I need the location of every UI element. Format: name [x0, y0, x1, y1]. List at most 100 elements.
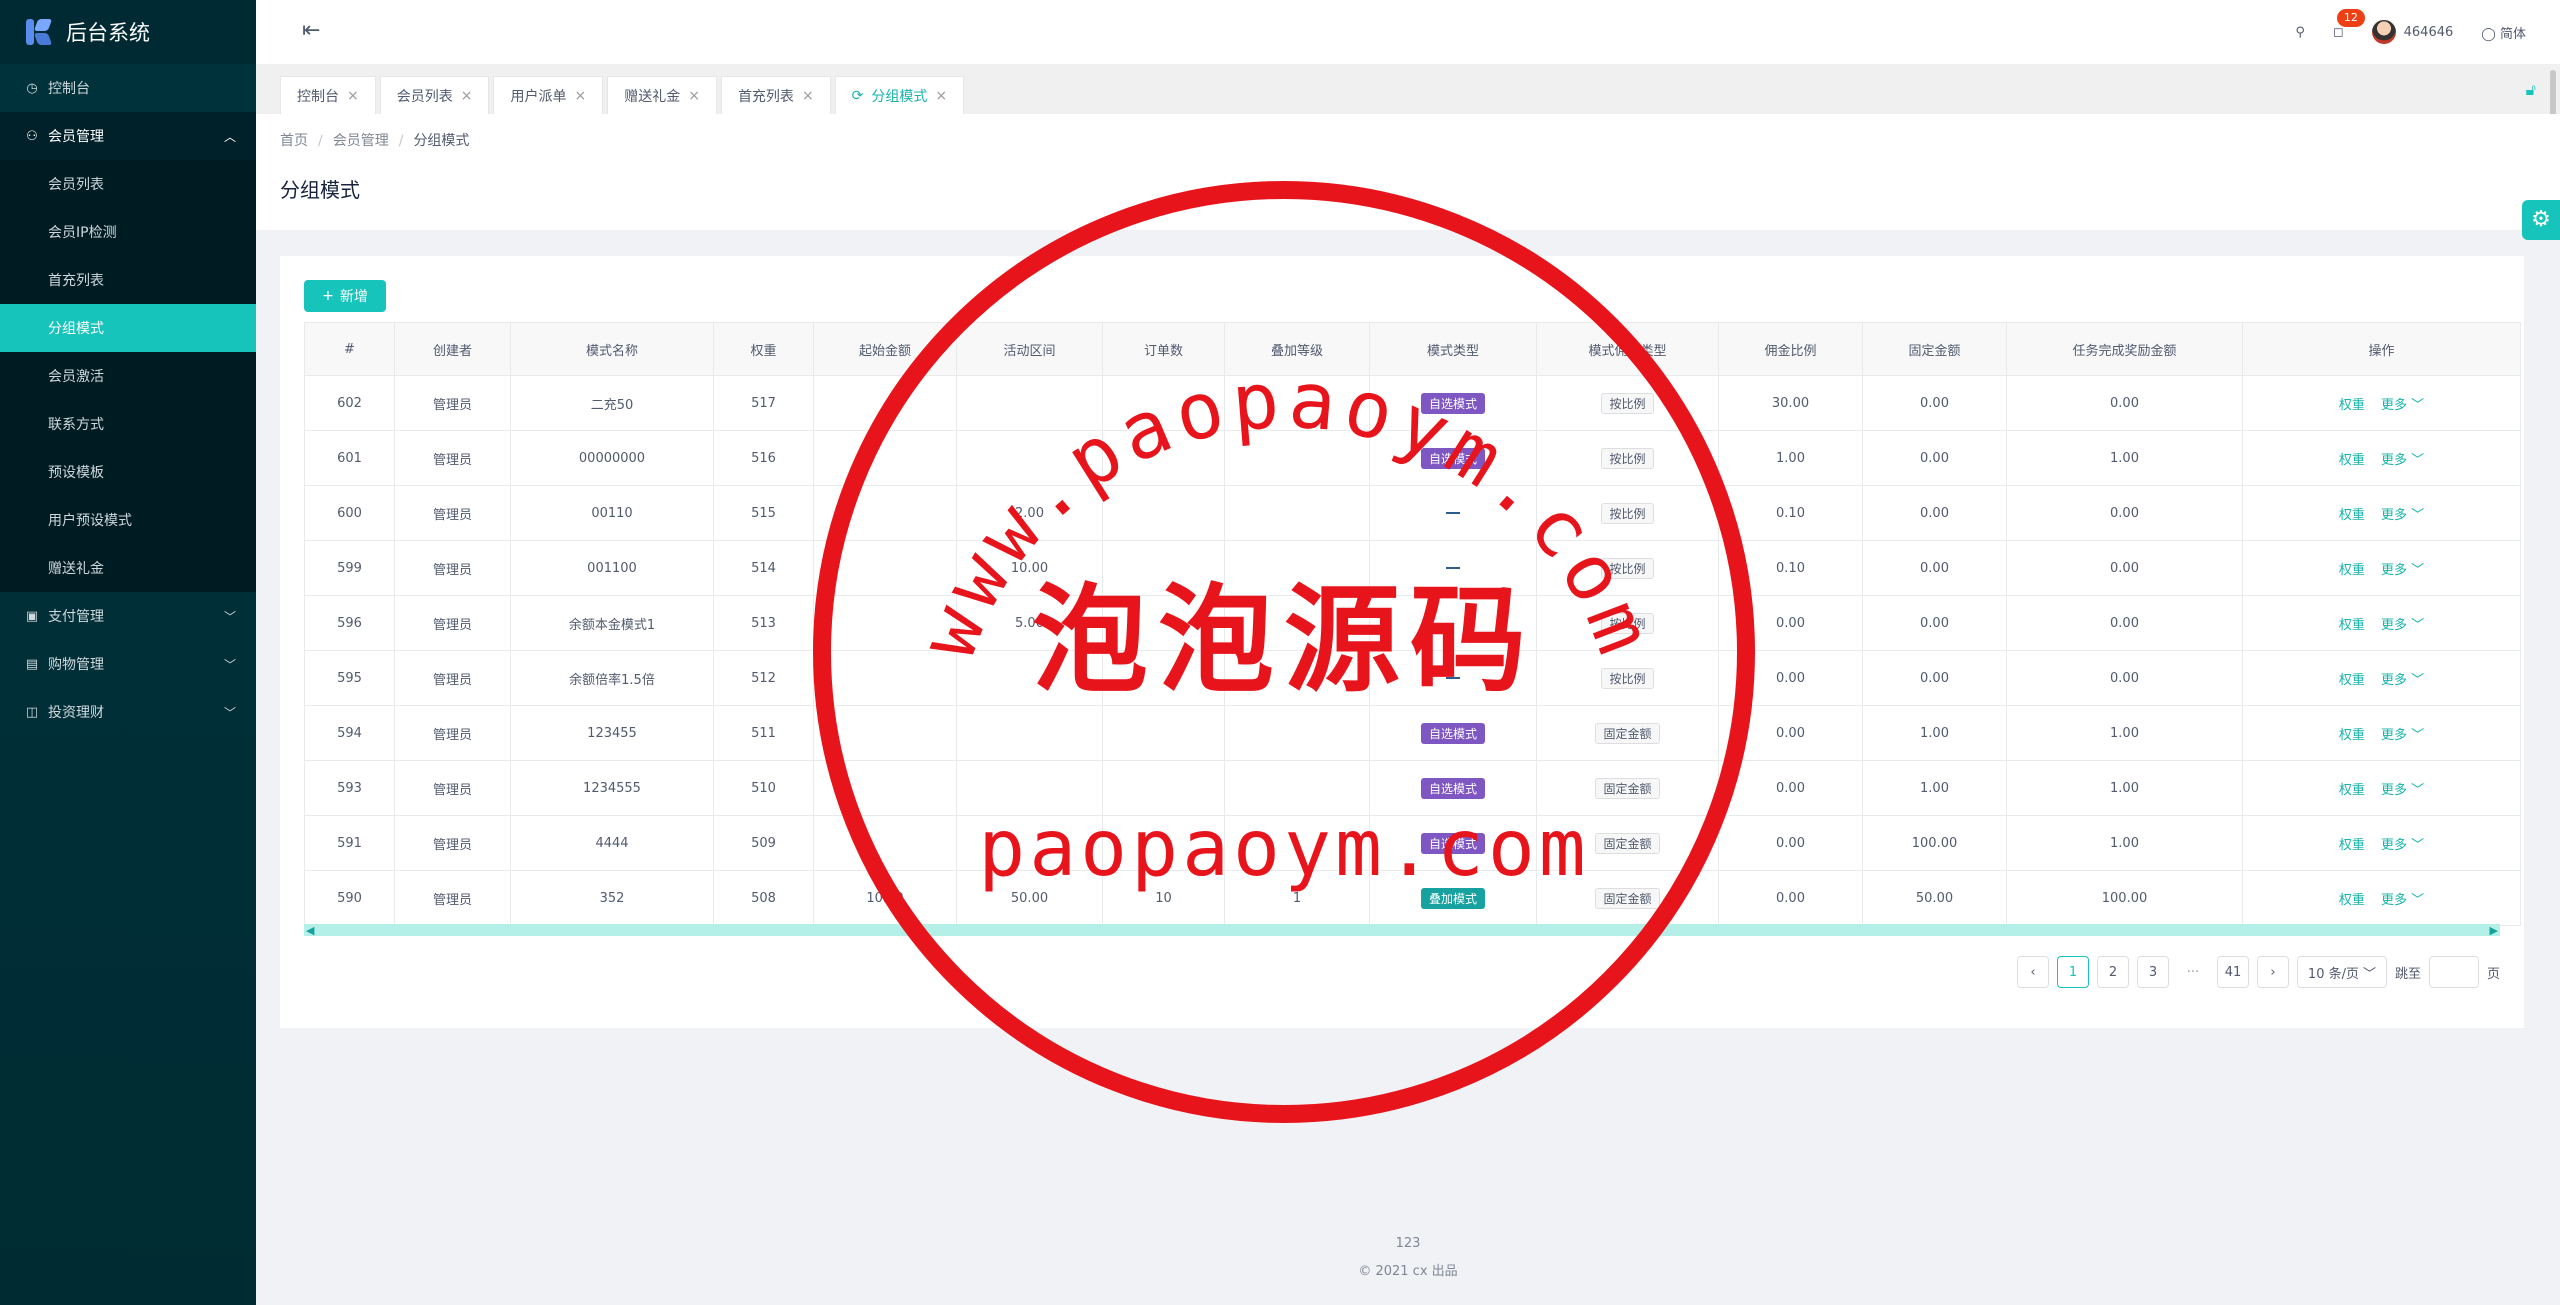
more-dropdown[interactable]: 更多 ﹀: [2381, 508, 2424, 523]
commission-type-tag: 按比例: [1601, 502, 1654, 524]
prev-page-button[interactable]: ‹: [2016, 956, 2049, 988]
weight-link[interactable]: 权重: [2339, 453, 2365, 468]
table-cell: 管理员: [394, 485, 511, 541]
sidebar-subitem-group-mode[interactable]: 分组模式: [0, 304, 256, 352]
table-cell: 50.00: [1862, 870, 2007, 926]
table-cell: 自选模式: [1369, 760, 1537, 816]
table-row: 590 管理员 352 508 10.00 50.00 10 1 叠加模式 固定金额 0.00 50.…: [304, 870, 2521, 926]
close-icon[interactable]: ×: [688, 88, 700, 104]
table-cell: [1369, 540, 1537, 596]
close-icon[interactable]: ×: [802, 88, 814, 104]
table-cell: [956, 650, 1103, 706]
more-dropdown[interactable]: 更多 ﹀: [2381, 838, 2424, 853]
scroll-left-icon[interactable]: ◀: [306, 924, 314, 937]
column-header: 模式类型: [1369, 322, 1537, 376]
column-header: 模式佣金类型: [1536, 322, 1719, 376]
table-cell: 512: [713, 650, 814, 706]
table-cell: 00110: [510, 485, 714, 541]
mode-type-tag: 自选模式: [1420, 832, 1485, 854]
table-cell: [956, 815, 1103, 871]
search-icon[interactable]: ⚲: [2295, 25, 2305, 40]
sidebar-item-members[interactable]: ⚇ 会员管理 ︿: [0, 112, 256, 160]
page-button-2[interactable]: 2: [2096, 956, 2129, 988]
sidebar-subitem-gift[interactable]: 赠送礼金: [0, 544, 256, 592]
mode-type-tag: 自选模式: [1420, 447, 1485, 469]
next-page-button[interactable]: ›: [2256, 956, 2289, 988]
tab-gift[interactable]: 赠送礼金 ×: [607, 76, 717, 114]
close-icon[interactable]: ×: [461, 88, 473, 104]
add-button[interactable]: + 新增: [304, 280, 386, 312]
more-dropdown[interactable]: 更多 ﹀: [2381, 453, 2424, 468]
sidebar-subitem-contact[interactable]: 联系方式: [0, 400, 256, 448]
weight-link[interactable]: 权重: [2339, 563, 2365, 578]
weight-link[interactable]: 权重: [2339, 618, 2365, 633]
page-button-1[interactable]: 1: [2056, 956, 2089, 988]
page-button-3[interactable]: 3: [2136, 956, 2169, 988]
row-actions: 权重 更多 ﹀: [2242, 430, 2521, 486]
sidebar-subitem-member-activate[interactable]: 会员激活: [0, 352, 256, 400]
settings-gear-icon[interactable]: ⚙: [2522, 200, 2560, 240]
weight-link[interactable]: 权重: [2339, 508, 2365, 523]
column-header: 活动区间: [956, 322, 1103, 376]
sidebar-subitem-preset-template[interactable]: 预设模板: [0, 448, 256, 496]
more-dropdown[interactable]: 更多 ﹀: [2381, 728, 2424, 743]
horizontal-scrollbar[interactable]: ◀ ▶: [304, 924, 2500, 937]
table-cell: [1369, 650, 1537, 706]
sidebar-subitem-member-ip[interactable]: 会员IP检测: [0, 208, 256, 256]
tab-dashboard[interactable]: 控制台 ×: [280, 76, 376, 114]
breadcrumb-home[interactable]: 首页: [280, 133, 308, 149]
more-dropdown[interactable]: 更多 ﹀: [2381, 563, 2424, 578]
page-size-select[interactable]: 10 条/页 ﹀: [2296, 956, 2387, 988]
page-ellipsis[interactable]: ···: [2176, 956, 2209, 988]
sidebar-subitem-first-recharge[interactable]: 首充列表: [0, 256, 256, 304]
weight-link[interactable]: 权重: [2339, 783, 2365, 798]
sidebar-subitem-member-list[interactable]: 会员列表: [0, 160, 256, 208]
row-actions: 权重 更多 ﹀: [2242, 705, 2521, 761]
language-switch[interactable]: ◯ 简体: [2481, 23, 2526, 42]
close-icon[interactable]: ×: [935, 88, 947, 104]
scroll-right-icon[interactable]: ▶: [2490, 924, 2498, 937]
table-cell: 按比例: [1536, 375, 1719, 431]
sidebar-item-shopping[interactable]: ▤ 购物管理 ﹀: [0, 640, 256, 688]
chevron-down-icon: ﹀: [2362, 966, 2376, 982]
menu-collapse-icon[interactable]: ⇤: [302, 18, 320, 43]
bell-icon: ◻: [2332, 24, 2344, 40]
jump-page-input[interactable]: [2428, 956, 2479, 988]
more-dropdown[interactable]: 更多 ﹀: [2381, 893, 2424, 908]
table-cell: 1.00: [1862, 705, 2007, 761]
sidebar-item-finance[interactable]: ◫ 投资理财 ﹀: [0, 688, 256, 736]
breadcrumb: 首页 / 会员管理 / 分组模式: [280, 130, 2536, 150]
table-cell: [1102, 760, 1225, 816]
lock-icon[interactable]: 🔓︎: [2526, 80, 2536, 100]
weight-link[interactable]: 权重: [2339, 673, 2365, 688]
table-cell: 595: [304, 650, 395, 706]
notification-bell[interactable]: ◻ 12: [2332, 8, 2365, 40]
sidebar-item-dashboard[interactable]: ◷ 控制台: [0, 64, 256, 112]
more-dropdown[interactable]: 更多 ﹀: [2381, 783, 2424, 798]
tab-user-dispatch[interactable]: 用户派单 ×: [493, 76, 604, 114]
user-menu[interactable]: 464646: [2371, 20, 2453, 44]
page-button-last[interactable]: 41: [2216, 956, 2249, 988]
sidebar-subitem-label: 联系方式: [48, 417, 104, 433]
tab-member-list[interactable]: 会员列表 ×: [379, 76, 490, 114]
tab-first-recharge[interactable]: 首充列表 ×: [720, 76, 831, 114]
close-icon[interactable]: ×: [347, 88, 359, 104]
tab-group-mode[interactable]: ⟳ 分组模式 ×: [834, 76, 965, 114]
more-dropdown[interactable]: 更多 ﹀: [2381, 398, 2424, 413]
table-cell: 517: [713, 375, 814, 431]
close-icon[interactable]: ×: [574, 88, 586, 104]
weight-link[interactable]: 权重: [2339, 838, 2365, 853]
breadcrumb-parent[interactable]: 会员管理: [333, 133, 389, 149]
sidebar-subitem-user-preset[interactable]: 用户预设模式: [0, 496, 256, 544]
weight-link[interactable]: 权重: [2339, 398, 2365, 413]
column-header: 权重: [713, 322, 814, 376]
tab-label: 控制台: [297, 88, 339, 105]
weight-link[interactable]: 权重: [2339, 728, 2365, 743]
table-cell: 352: [510, 870, 714, 926]
sidebar-item-payment[interactable]: ▣ 支付管理 ﹀: [0, 592, 256, 640]
table-cell: 599: [304, 540, 395, 596]
weight-link[interactable]: 权重: [2339, 893, 2365, 908]
logo[interactable]: 后台系统: [0, 0, 256, 64]
more-dropdown[interactable]: 更多 ﹀: [2381, 618, 2424, 633]
more-dropdown[interactable]: 更多 ﹀: [2381, 673, 2424, 688]
